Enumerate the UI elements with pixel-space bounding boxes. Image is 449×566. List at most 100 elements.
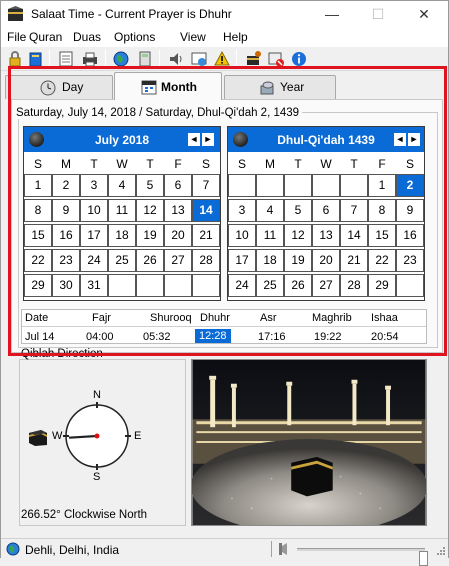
title-bar[interactable]: Salaat Time - Current Prayer is Dhuhr — … (1, 1, 448, 29)
quran-book-icon[interactable] (27, 50, 45, 68)
gregorian-day-cell[interactable]: 27 (164, 249, 192, 272)
tab-year[interactable]: Year (224, 75, 336, 99)
hijri-day-cell[interactable]: 13 (312, 224, 340, 247)
notepad-icon[interactable] (57, 50, 75, 68)
gregorian-day-cell[interactable]: 1 (24, 174, 52, 197)
toolbar-separator (49, 50, 50, 68)
hijri-day-cell[interactable]: 17 (228, 249, 256, 272)
gregorian-day-cell[interactable]: 12 (136, 199, 164, 222)
gregorian-day-cell[interactable]: 7 (192, 174, 220, 197)
hijri-day-cell[interactable]: 21 (340, 249, 368, 272)
tab-month[interactable]: Month (114, 72, 222, 100)
gregorian-day-cell[interactable]: 9 (52, 199, 80, 222)
minimize-button[interactable]: — (309, 1, 355, 29)
reminder-icon[interactable] (190, 50, 208, 68)
hijri-day-cell[interactable]: 12 (284, 224, 312, 247)
tab-day[interactable]: Day (5, 75, 113, 99)
calculator-icon[interactable] (136, 50, 154, 68)
header-shurooq: Shurooq (150, 312, 192, 324)
globe-icon[interactable] (112, 50, 130, 68)
gregorian-day-cell[interactable]: 23 (52, 249, 80, 272)
gregorian-next-month-button[interactable]: ► (202, 133, 214, 146)
mute-icon[interactable] (267, 50, 285, 68)
hijri-day-cell[interactable]: 25 (256, 274, 284, 297)
gregorian-day-cell[interactable]: 21 (192, 224, 220, 247)
header-ishaa: Ishaa (371, 312, 398, 324)
fajr-time: 04:00 (86, 331, 114, 343)
hijri-day-cell[interactable]: 11 (256, 224, 284, 247)
gregorian-day-cell[interactable]: 22 (24, 249, 52, 272)
menu-help[interactable]: Help (223, 30, 248, 44)
gregorian-day-cell[interactable]: 16 (52, 224, 80, 247)
printer-icon[interactable] (81, 50, 99, 68)
gregorian-day-cell[interactable]: 17 (80, 224, 108, 247)
gregorian-day-cell[interactable]: 11 (108, 199, 136, 222)
hijri-day-cell[interactable]: 14 (340, 224, 368, 247)
gregorian-day-cell[interactable]: 15 (24, 224, 52, 247)
gregorian-day-cell[interactable]: 8 (24, 199, 52, 222)
hijri-day-cell[interactable]: 27 (312, 274, 340, 297)
menu-duas[interactable]: Duas (73, 30, 101, 44)
maximize-button[interactable]: ☐ (355, 1, 401, 29)
speaker-icon[interactable] (167, 50, 185, 68)
gregorian-day-cell[interactable]: 14 (192, 199, 220, 222)
gregorian-day-cell[interactable]: 31 (80, 274, 108, 297)
gregorian-prev-month-button[interactable]: ◄ (188, 133, 200, 146)
hijri-day-cell[interactable]: 6 (312, 199, 340, 222)
hijri-day-cell[interactable]: 7 (340, 199, 368, 222)
lock-icon[interactable] (6, 50, 24, 68)
hijri-day-cell[interactable]: 29 (368, 274, 396, 297)
hijri-next-month-button[interactable]: ► (408, 133, 420, 146)
status-location[interactable]: Dehli, Delhi, India (25, 543, 119, 557)
gregorian-day-cell[interactable]: 30 (52, 274, 80, 297)
gregorian-day-cell[interactable]: 18 (108, 224, 136, 247)
volume-slider[interactable] (297, 548, 428, 566)
gregorian-day-cell[interactable]: 25 (108, 249, 136, 272)
gregorian-weekday-header: S (201, 157, 210, 171)
gregorian-day-cell[interactable]: 29 (24, 274, 52, 297)
hijri-day-cell[interactable]: 23 (396, 249, 424, 272)
menu-view[interactable]: View (180, 30, 206, 44)
gregorian-day-cell[interactable]: 10 (80, 199, 108, 222)
gregorian-day-cell[interactable]: 20 (164, 224, 192, 247)
hijri-day-cell[interactable]: 1 (368, 174, 396, 197)
menu-quran[interactable]: Quran (29, 30, 62, 44)
hijri-day-cell[interactable]: 10 (228, 224, 256, 247)
gregorian-day-cell[interactable]: 6 (164, 174, 192, 197)
volume-slider-thumb[interactable] (418, 551, 428, 566)
gregorian-day-cell[interactable]: 5 (136, 174, 164, 197)
resize-grip-icon[interactable] (436, 546, 446, 556)
hijri-day-cell[interactable]: 8 (368, 199, 396, 222)
hijri-prev-month-button[interactable]: ◄ (394, 133, 406, 146)
gregorian-day-cell[interactable]: 19 (136, 224, 164, 247)
menu-file[interactable]: File (7, 30, 26, 44)
gregorian-day-cell[interactable]: 26 (136, 249, 164, 272)
gregorian-day-cell[interactable]: 3 (80, 174, 108, 197)
hijri-day-cell[interactable]: 24 (228, 274, 256, 297)
hijri-day-cell[interactable]: 18 (256, 249, 284, 272)
close-button[interactable]: ✕ (401, 1, 447, 29)
hijri-day-cell[interactable]: 15 (368, 224, 396, 247)
hijri-day-cell[interactable]: 28 (340, 274, 368, 297)
hijri-day-cell[interactable]: 9 (396, 199, 424, 222)
gregorian-day-cell[interactable]: 2 (52, 174, 80, 197)
hijri-day-cell[interactable]: 22 (368, 249, 396, 272)
hijri-day-cell[interactable]: 20 (312, 249, 340, 272)
hijri-day-cell[interactable]: 3 (228, 199, 256, 222)
alert-icon[interactable] (213, 50, 231, 68)
gregorian-day-cell[interactable]: 28 (192, 249, 220, 272)
hijri-day-cell[interactable]: 16 (396, 224, 424, 247)
dhuhr-time-current: 12:28 (195, 329, 231, 343)
gregorian-day-cell[interactable]: 4 (108, 174, 136, 197)
gregorian-day-cell[interactable]: 13 (164, 199, 192, 222)
gregorian-day-cell[interactable]: 24 (80, 249, 108, 272)
hijri-day-cell[interactable]: 26 (284, 274, 312, 297)
settings-icon[interactable] (244, 50, 262, 68)
row-date: Jul 14 (25, 331, 55, 343)
hijri-day-cell[interactable]: 4 (256, 199, 284, 222)
info-icon[interactable] (290, 50, 308, 68)
hijri-day-cell[interactable]: 19 (284, 249, 312, 272)
hijri-day-cell[interactable]: 5 (284, 199, 312, 222)
hijri-day-cell[interactable]: 2 (396, 174, 424, 197)
menu-options[interactable]: Options (114, 30, 155, 44)
